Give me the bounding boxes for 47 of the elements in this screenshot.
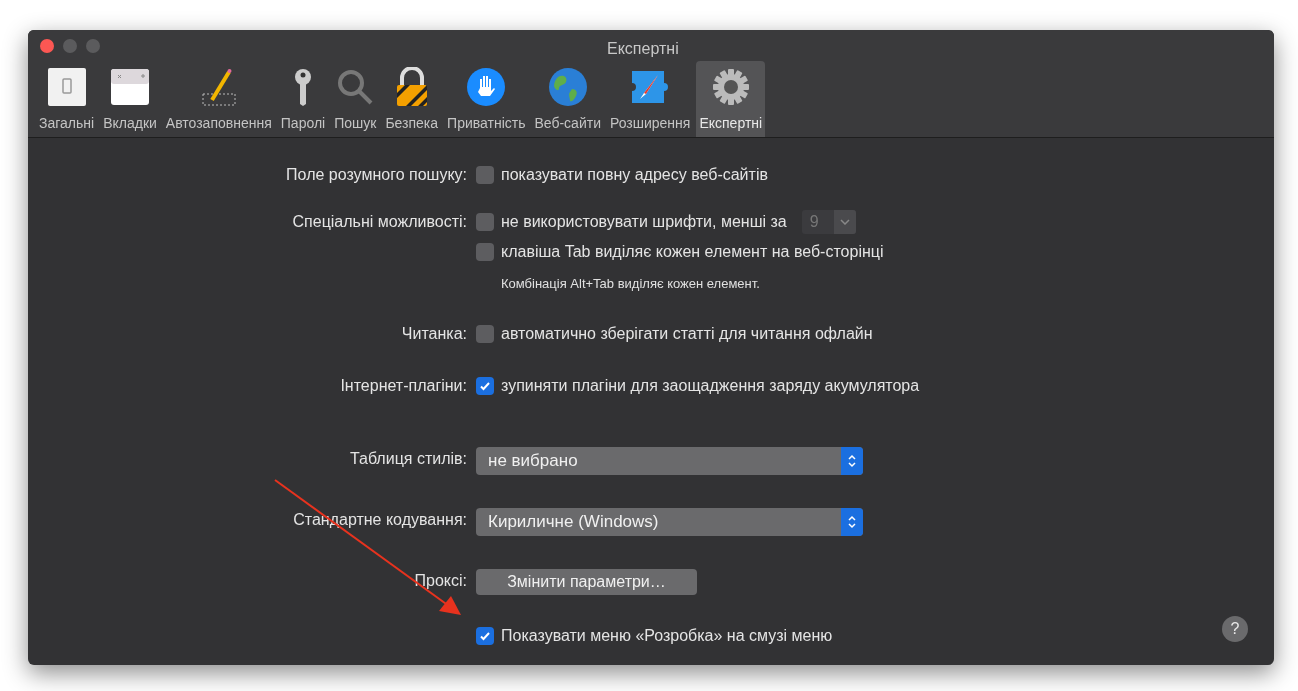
toolbar-tab[interactable]: Автозаповнення — [162, 61, 275, 137]
globe-icon — [547, 67, 588, 107]
toolbar-tab[interactable]: Розширення — [606, 61, 694, 137]
checkbox-label: клавіша Tab виділяє кожен елемент на веб-сторінці — [501, 242, 884, 262]
toolbar-tab[interactable]: Паролі — [277, 61, 329, 137]
setting-label: Таблиця стилів: — [349, 449, 467, 469]
checkbox[interactable] — [476, 377, 494, 395]
checkbox[interactable] — [476, 166, 494, 184]
switch-icon — [46, 67, 87, 107]
toolbar-tab[interactable]: Вкладки — [100, 61, 160, 137]
toolbar-tab[interactable]: Загальні — [36, 61, 98, 137]
updown-arrows-icon — [847, 453, 857, 469]
toolbar-tab[interactable]: Безпека — [382, 61, 442, 137]
hint-text: Комбінація Alt+Tab виділяє кожен елемент. — [500, 275, 761, 294]
checkbox[interactable] — [476, 627, 494, 645]
checkmark-icon — [479, 380, 491, 392]
updown-arrows-icon — [847, 514, 857, 530]
close-button[interactable] — [40, 39, 54, 53]
checkbox-label: зупиняти плагіни для заощадження заряду акумулятора — [501, 376, 920, 396]
window-title: Експертні — [607, 39, 679, 59]
tabs-window-icon — [110, 67, 150, 107]
setting-label: Читанка: — [401, 324, 467, 344]
help-button[interactable]: ? — [1222, 616, 1248, 642]
checkbox-label: автоматично зберігати статті для читання офлайн — [501, 324, 873, 344]
toolbar-tab[interactable]: Веб-сайти — [531, 61, 604, 137]
gear-icon — [710, 67, 751, 107]
zoom-button[interactable] — [86, 39, 100, 53]
toolbar-tab[interactable]: Приватність — [444, 61, 529, 137]
setting-label: Поле розумного пошуку: — [286, 165, 467, 185]
chevron-down-icon — [839, 219, 850, 225]
setting-label: Інтернет-плагіни: — [340, 376, 467, 396]
popup-menu[interactable]: не вибрано — [476, 447, 863, 475]
change-settings-button[interactable]: Змінити параметри… — [476, 569, 697, 595]
popup-menu[interactable]: Кириличне (Windows) — [476, 508, 863, 536]
checkbox[interactable] — [476, 243, 494, 261]
minimize-button[interactable] — [63, 39, 77, 53]
checkbox-label: не використовувати шрифти, менші за — [501, 212, 787, 232]
toolbar-tab[interactable]: Експертні — [696, 61, 766, 137]
checkbox-label: Показувати меню «Розробка» на смузі меню — [501, 626, 833, 646]
setting-label: Спеціальні можливості: — [292, 212, 467, 232]
checkbox[interactable] — [476, 325, 494, 343]
toolbar-tab[interactable]: Пошук — [331, 61, 380, 137]
hand-icon — [466, 67, 507, 107]
checkmark-icon — [479, 630, 491, 642]
checkbox-label: показувати повну адресу веб-сайтів — [501, 165, 768, 185]
setting-label: Проксі: — [414, 571, 467, 591]
checkbox[interactable] — [476, 213, 494, 231]
